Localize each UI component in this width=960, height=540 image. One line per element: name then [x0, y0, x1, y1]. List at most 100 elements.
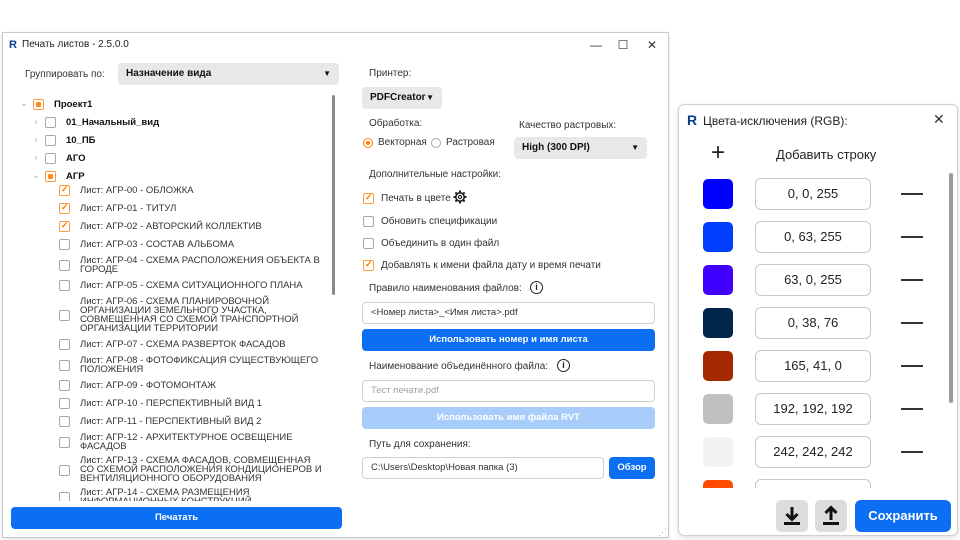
rgb-input[interactable]: 165, 41, 0 [755, 350, 871, 382]
maximize-button[interactable]: ☐ [607, 35, 639, 55]
export-button[interactable] [815, 500, 847, 532]
resize-grip-icon[interactable]: ⋰ [658, 527, 667, 538]
chevron-right-icon[interactable]: › [31, 133, 41, 147]
remove-row-icon[interactable] [901, 408, 923, 410]
info-icon[interactable]: i [530, 281, 543, 294]
use-number-name-button[interactable]: Использовать номер и имя листа [362, 329, 655, 351]
color-swatch[interactable] [703, 394, 733, 424]
sheet-item[interactable]: Лист: АГР-05 - СХЕМА СИТУАЦИОННОГО ПЛАНА [3, 278, 333, 296]
use-rvt-name-button[interactable]: Использовать имя файла RVT [362, 407, 655, 429]
add-row-label[interactable]: Добавить строку [776, 147, 876, 162]
sheet-item[interactable]: Лист: АГР-10 - ПЕРСПЕКТИВНЫЙ ВИД 1 [3, 396, 333, 414]
tree-node[interactable]: › 01_Начальный_вид [3, 115, 333, 131]
sheet-item[interactable]: Лист: АГР-03 - СОСТАВ АЛЬБОМА [3, 237, 333, 255]
remove-row-icon[interactable] [901, 193, 923, 195]
sheet-item[interactable]: Лист: АГР-01 - ТИТУЛ [3, 201, 333, 219]
naming-rule-input[interactable]: <Номер листа>_<Имя листа>.pdf [362, 302, 655, 324]
sheet-item[interactable]: Лист: АГР-09 - ФОТОМОНТАЖ [3, 378, 333, 396]
info-icon[interactable]: i [557, 359, 570, 372]
remove-row-icon[interactable] [901, 322, 923, 324]
sheet-item[interactable]: Лист: АГР-04 - СХЕМА РАСПОЛОЖЕНИЯ ОБЪЕКТ… [3, 255, 333, 278]
sheet-checkbox[interactable] [59, 398, 70, 409]
sheet-checkbox[interactable] [59, 380, 70, 391]
sheet-checkbox[interactable] [59, 260, 70, 271]
remove-row-icon[interactable] [901, 236, 923, 238]
printer-dropdown[interactable]: PDFCreator ▼ [362, 87, 442, 109]
color-swatch[interactable] [703, 265, 733, 295]
sheet-checkbox[interactable] [59, 465, 70, 476]
sheet-checkbox[interactable] [59, 416, 70, 427]
raster-quality-dropdown[interactable]: High (300 DPI) ▼ [514, 137, 647, 159]
browse-button[interactable]: Обзор [609, 457, 655, 479]
sheet-checkbox[interactable] [59, 437, 70, 448]
sheet-label: Лист: АГР-07 - СХЕМА РАЗВЕРТОК ФАСАДОВ [80, 339, 286, 350]
tree-node-checkbox[interactable] [45, 135, 56, 146]
sheet-checkbox[interactable] [59, 184, 70, 196]
close-button[interactable]: ✕ [933, 111, 945, 128]
import-button[interactable] [776, 500, 808, 532]
sheet-checkbox[interactable] [59, 360, 70, 371]
color-swatch[interactable] [703, 437, 733, 467]
remove-row-icon[interactable] [901, 365, 923, 367]
chevron-right-icon[interactable]: › [31, 151, 41, 165]
radio-raster[interactable] [431, 138, 441, 148]
sheet-item[interactable]: Лист: АГР-02 - АВТОРСКИЙ КОЛЛЕКТИВ [3, 219, 333, 237]
rgb-input[interactable]: 0, 38, 76 [755, 307, 871, 339]
color-swatch[interactable] [703, 222, 733, 252]
merged-name-label: Наименование объединённого файла: [369, 361, 549, 372]
rgb-input[interactable]: 192, 192, 192 [755, 393, 871, 425]
close-button[interactable]: ✕ [636, 35, 668, 55]
sheet-checkbox[interactable] [59, 492, 70, 501]
sheet-checkbox[interactable] [59, 239, 70, 250]
gear-icon[interactable] [452, 189, 468, 205]
color-list-scrollbar[interactable] [949, 173, 953, 403]
tree-node-checkbox[interactable] [45, 117, 56, 128]
update-specs-checkbox[interactable] [363, 216, 374, 227]
color-swatch[interactable] [703, 179, 733, 209]
tree-node-checkbox[interactable] [45, 171, 56, 182]
merge-checkbox[interactable] [363, 238, 374, 249]
color-swatch[interactable] [703, 308, 733, 338]
color-swatch[interactable] [703, 480, 733, 488]
save-path-input[interactable]: C:\Users\Desktop\Новая папка (3) [362, 457, 604, 479]
chevron-right-icon[interactable]: › [31, 115, 41, 129]
sheet-item[interactable]: Лист: АГР-00 - ОБЛОЖКА [3, 183, 333, 201]
rgb-input[interactable]: 242, 242, 242 [755, 436, 871, 468]
tree-node[interactable]: › 10_ПБ [3, 133, 333, 149]
tree-node-checkbox[interactable] [45, 153, 56, 164]
sheet-label: ФАСАДОВ [80, 441, 127, 452]
sheet-item[interactable]: Лист: АГР-11 - ПЕРСПЕКТИВНЫЙ ВИД 2 [3, 414, 333, 432]
group-by-dropdown[interactable]: Назначение вида ▼ [118, 63, 339, 85]
sheet-checkbox[interactable] [59, 280, 70, 291]
sheet-checkbox[interactable] [59, 310, 70, 321]
sheet-checkbox[interactable] [59, 220, 70, 232]
rgb-input[interactable]: 63, 0, 255 [755, 264, 871, 296]
chevron-down-icon[interactable]: ⌄ [31, 169, 41, 183]
sheet-item[interactable]: Лист: АГР-14 - СХЕМА РАЗМЕЩЕНИЯИНФОРМАЦИ… [3, 487, 333, 501]
rgb-input[interactable]: 255, 76, 0 [755, 479, 871, 488]
remove-row-icon[interactable] [901, 279, 923, 281]
tree-scrollbar[interactable] [332, 95, 335, 295]
print-color-checkbox[interactable] [363, 192, 374, 204]
tree-node[interactable]: ⌄ Проект1 [3, 97, 333, 113]
print-button[interactable]: Печатать [11, 507, 342, 529]
tree-node-checkbox[interactable] [33, 99, 44, 110]
rgb-input[interactable]: 0, 63, 255 [755, 221, 871, 253]
merged-name-input[interactable]: Тест печати.pdf [362, 380, 655, 402]
chevron-down-icon[interactable]: ⌄ [19, 97, 29, 111]
color-swatch[interactable] [703, 351, 733, 381]
sheet-item[interactable]: Лист: АГР-07 - СХЕМА РАЗВЕРТОК ФАСАДОВ [3, 337, 333, 355]
add-date-checkbox[interactable] [363, 259, 374, 271]
add-icon[interactable]: + [711, 139, 725, 167]
rgb-input[interactable]: 0, 0, 255 [755, 178, 871, 210]
sheet-checkbox[interactable] [59, 202, 70, 214]
sheet-checkbox[interactable] [59, 339, 70, 350]
sheet-item[interactable]: Лист: АГР-06 - СХЕМА ПЛАНИРОВОЧНОЙ ОРГАНИ… [3, 296, 333, 337]
radio-vector[interactable] [363, 138, 373, 148]
sheet-item[interactable]: Лист: АГР-12 - АРХИТЕКТУРНОЕ ОСВЕЩЕНИЕ ФА… [3, 432, 333, 455]
sheet-item[interactable]: Лист: АГР-08 - ФОТОФИКСАЦИЯ СУЩЕСТВУЮЩЕГ… [3, 355, 333, 378]
tree-node[interactable]: › АГО [3, 151, 333, 167]
remove-row-icon[interactable] [901, 451, 923, 453]
sheet-item[interactable]: Лист: АГР-13 - СХЕМА ФАСАДОВ, СОВМЕЩЕННА… [3, 455, 333, 487]
save-button[interactable]: Сохранить [855, 500, 951, 532]
